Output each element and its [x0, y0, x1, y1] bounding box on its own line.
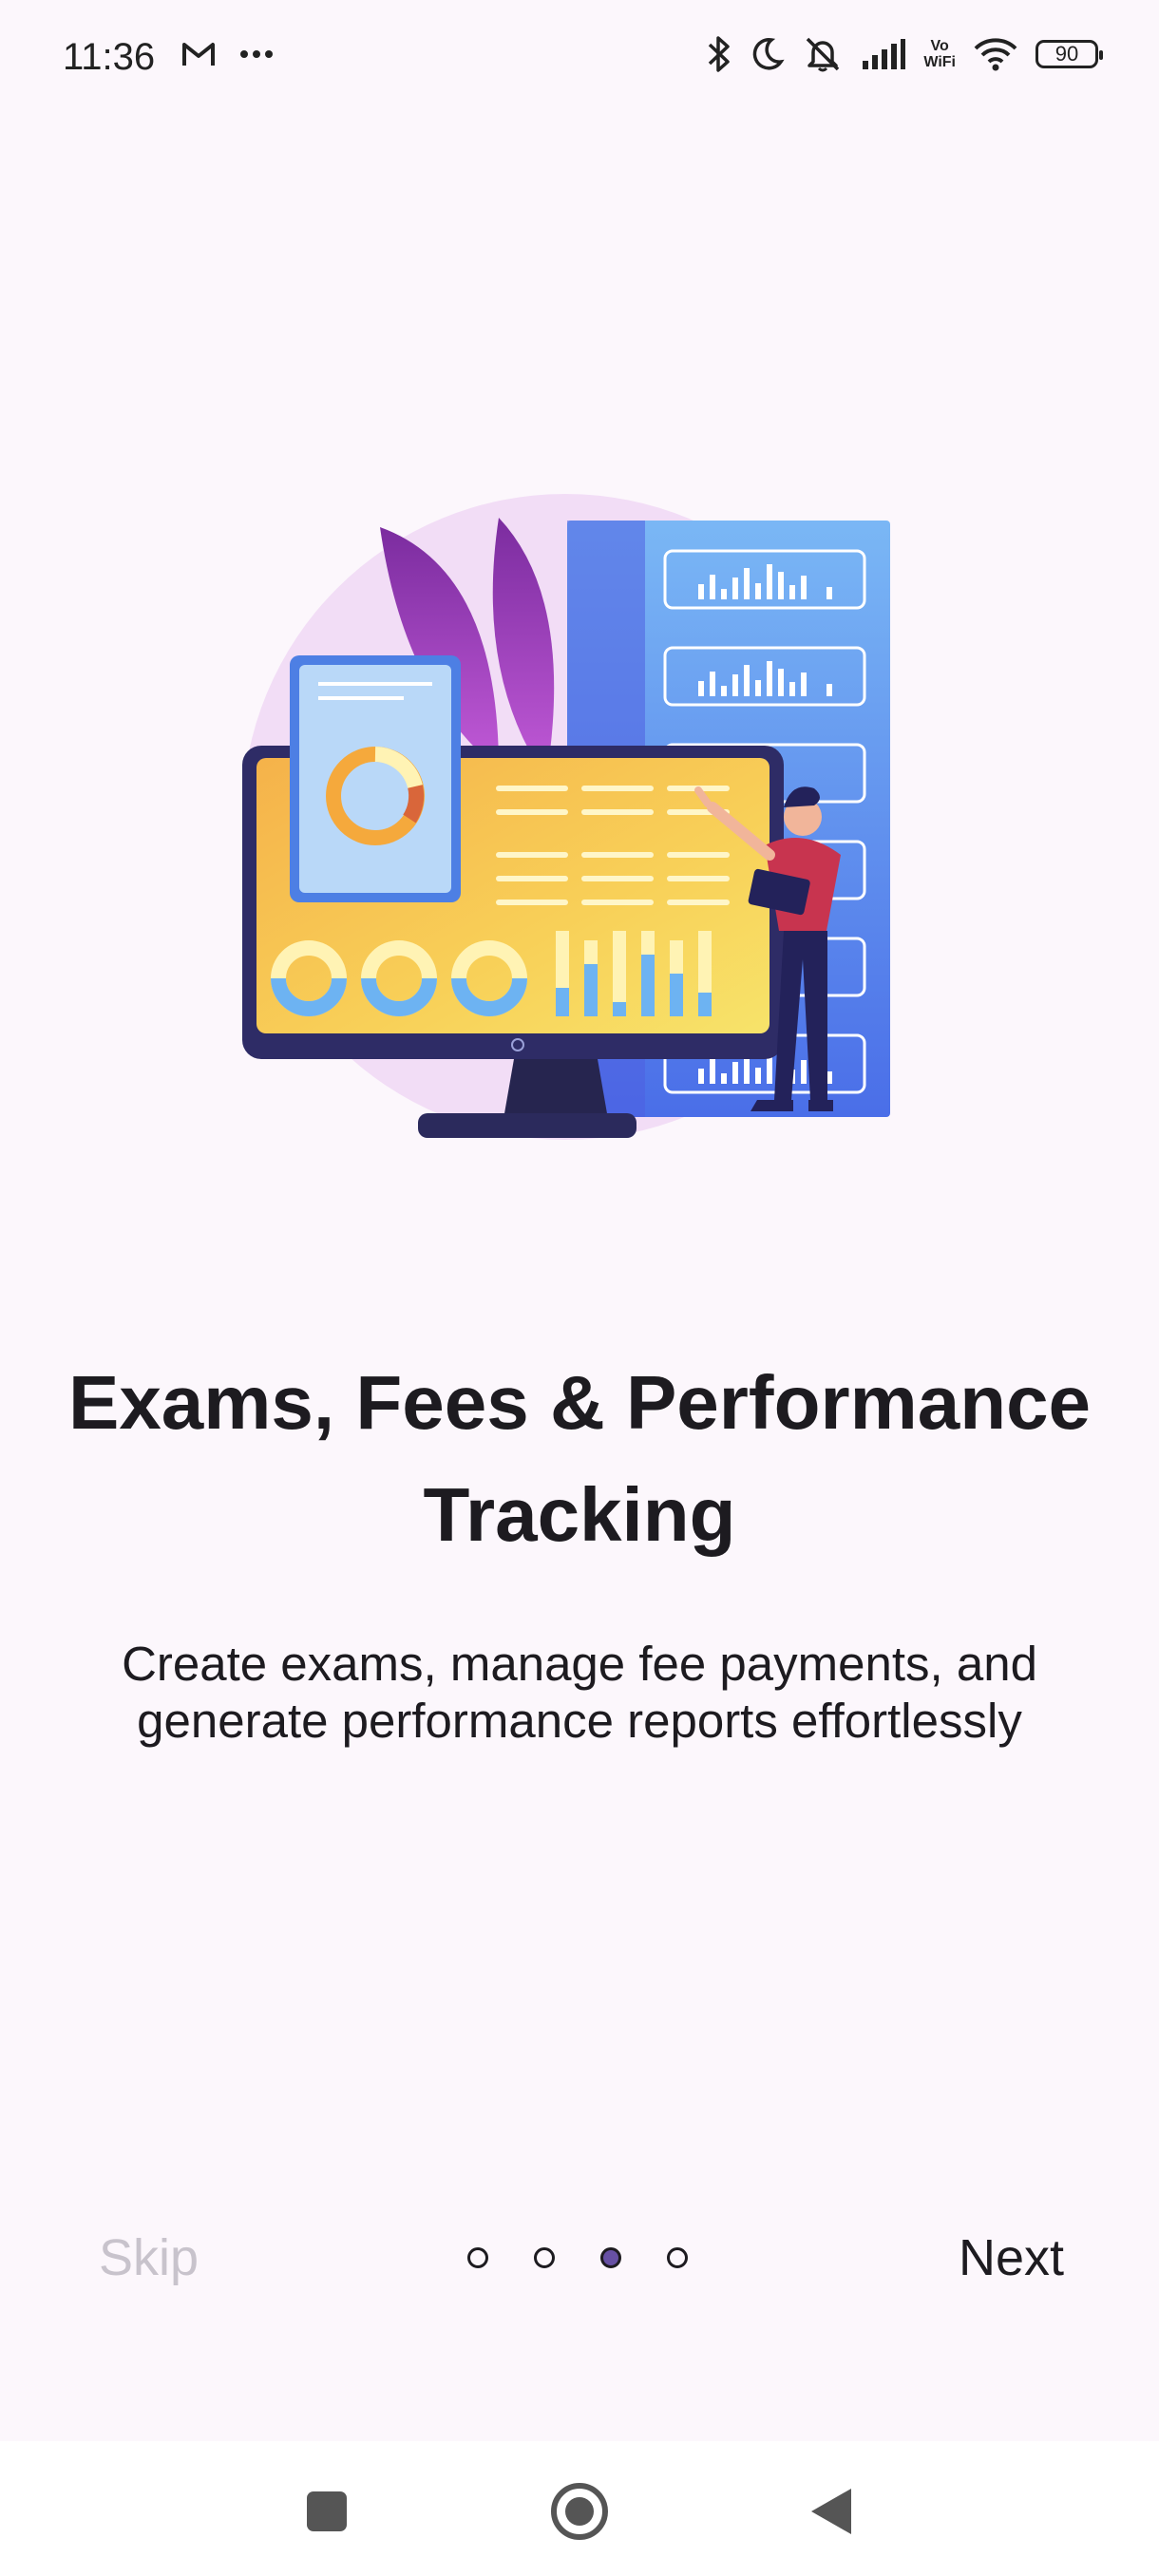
onboarding-title: Exams, Fees & Performance Tracking — [67, 1360, 1092, 1557]
mute-icon — [807, 37, 840, 72]
onboarding-description: Create exams, manage fee payments, and g… — [122, 1637, 1037, 1748]
vowifi-top-text: Vo — [930, 38, 949, 54]
more-dots-icon — [240, 50, 273, 58]
battery-level: 90 — [1054, 42, 1079, 66]
battery-icon: 90 — [1036, 40, 1103, 68]
wifi-icon — [974, 38, 1017, 71]
page-dot-4[interactable] — [667, 2247, 688, 2268]
recents-button[interactable] — [307, 2491, 347, 2531]
skip-button[interactable]: Skip — [99, 2228, 199, 2287]
home-button[interactable] — [551, 2483, 608, 2540]
status-time: 11:36 — [63, 36, 156, 78]
system-navigation-bar — [0, 2441, 1159, 2576]
gmail-icon — [182, 43, 215, 66]
onboarding-screen: 11:36 Vo WiFi 90 Exams, Fees & Performan… — [0, 0, 1159, 2576]
back-button[interactable] — [811, 2489, 851, 2534]
page-dot-1[interactable] — [467, 2247, 488, 2268]
page-dot-3-active[interactable] — [600, 2247, 621, 2268]
vowifi-bottom-text: WiFi — [923, 54, 956, 70]
page-indicator — [467, 2247, 688, 2268]
monitor-base — [418, 1113, 636, 1138]
page-dot-2[interactable] — [534, 2247, 555, 2268]
status-bar: 11:36 Vo WiFi 90 — [0, 0, 1159, 114]
next-button[interactable]: Next — [959, 2228, 1064, 2287]
moon-icon — [753, 38, 785, 70]
vowifi-icon: Vo WiFi — [923, 38, 956, 70]
signal-icon — [863, 39, 906, 69]
analytics-illustration — [242, 494, 890, 1140]
status-left-icons — [180, 40, 274, 68]
status-right-icons: Vo WiFi 90 — [707, 34, 1103, 74]
bluetooth-icon — [709, 36, 731, 72]
